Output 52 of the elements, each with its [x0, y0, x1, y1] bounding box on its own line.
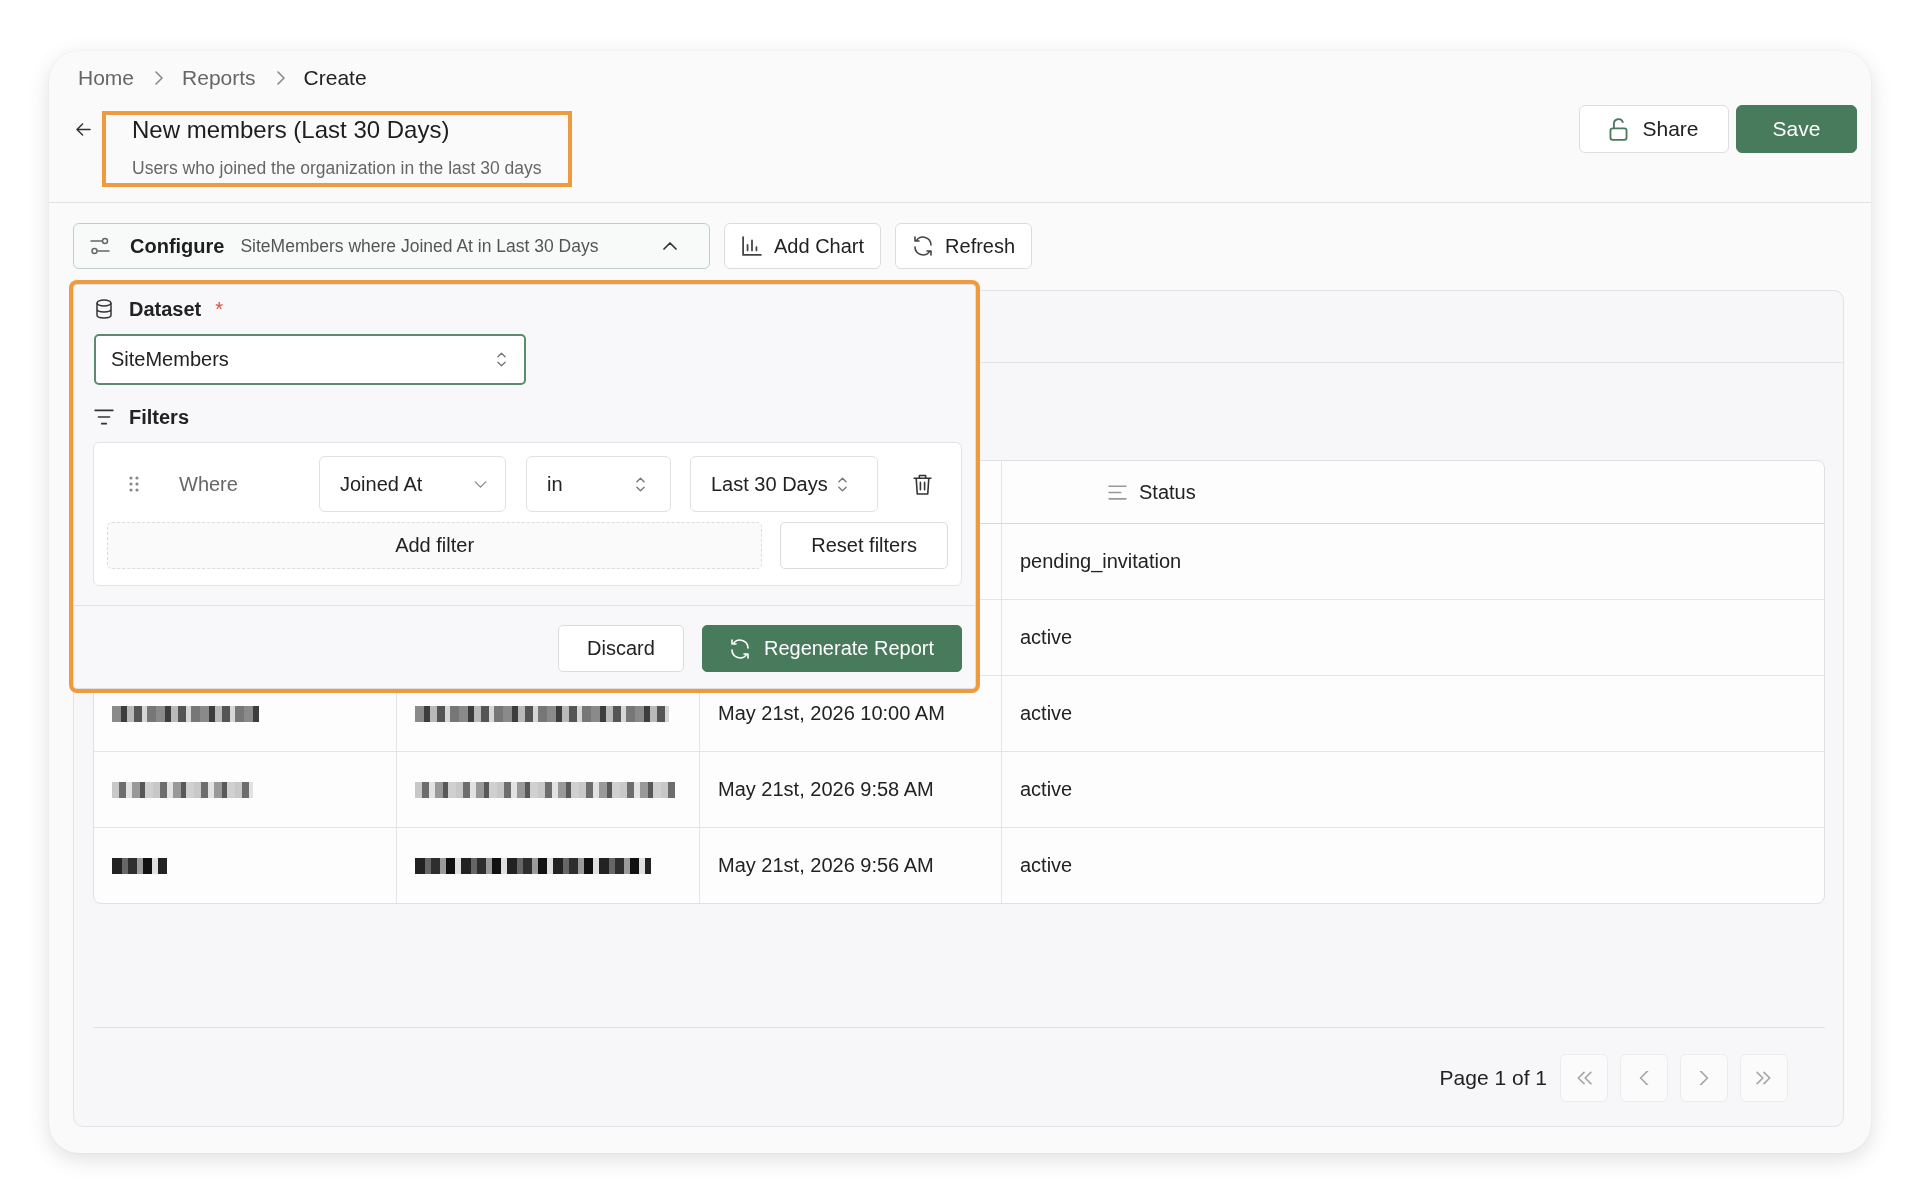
up-down-chevron-icon [636, 476, 645, 492]
page-indicator: Page 1 of 1 [1439, 1066, 1547, 1090]
add-filter-button[interactable]: Add filter [107, 522, 763, 569]
refresh-button[interactable]: Refresh [895, 223, 1033, 269]
reset-filters-button[interactable]: Reset filters [780, 522, 948, 569]
configure-button[interactable]: Configure SiteMembers where Joined At in Last 30 Days [73, 223, 710, 269]
select-field[interactable]: Last 30 Days [690, 456, 878, 512]
up-down-chevron-icon [497, 352, 506, 367]
filter-lines-icon [94, 407, 114, 427]
select-field[interactable]: Joined At [319, 456, 506, 512]
table-cell: active [1020, 702, 1073, 725]
filters-label: Filters [129, 405, 190, 429]
table-cell: May 21st, 2026 10:00 AM [718, 702, 945, 725]
unlocked-padlock-icon [1609, 117, 1629, 141]
table-cell: pending_invitation [1020, 550, 1182, 573]
refresh-icon [913, 236, 934, 256]
table-cell: active [1020, 626, 1073, 649]
table-cell: May 21st, 2026 9:58 AM [718, 778, 934, 801]
double-chevron-right-icon [1756, 1071, 1772, 1085]
up-down-chevron-icon [838, 476, 847, 492]
table-cell: active [1020, 778, 1073, 801]
bar-chart-icon [742, 236, 762, 256]
pixelated-placeholder [112, 857, 167, 874]
column-header[interactable]: Status [1139, 480, 1196, 504]
regenerate-report-button[interactable]: Regenerate Report [702, 625, 962, 672]
dataset-label: Dataset [129, 297, 202, 321]
refresh-icon [729, 638, 750, 659]
save-button[interactable]: Save [1736, 105, 1857, 153]
chevron-right-icon [155, 71, 164, 85]
discard-button[interactable]: Discard [558, 625, 684, 672]
chevron-down-icon [474, 480, 487, 488]
breadcrumb-link[interactable]: Create [303, 66, 367, 90]
breadcrumb-link[interactable]: Home [78, 66, 135, 90]
chevron-right-icon [276, 71, 285, 85]
report-title: New members (Last 30 Days) [132, 115, 451, 145]
select-field[interactable]: in [526, 456, 671, 512]
lines-icon [1108, 484, 1127, 500]
trash-icon[interactable] [913, 473, 932, 495]
table-cell: active [1020, 854, 1073, 877]
table-cell: May 21st, 2026 9:56 AM [718, 854, 934, 877]
back-arrow-icon[interactable] [76, 123, 91, 136]
sliders-icon [90, 236, 110, 256]
share-button[interactable]: Share [1579, 105, 1729, 153]
report-description: Users who joined the organization in the last 30 days [132, 157, 542, 180]
database-icon [94, 299, 114, 319]
required-mark: * [215, 297, 224, 321]
dataset-select[interactable]: SiteMembers [94, 334, 526, 385]
connector-label: Where [179, 472, 239, 496]
breadcrumb-link[interactable]: Reports [182, 66, 256, 90]
add-chart-button[interactable]: Add Chart [724, 223, 882, 269]
drag-handle-icon[interactable] [128, 475, 140, 493]
double-chevron-left-icon [1576, 1071, 1592, 1085]
